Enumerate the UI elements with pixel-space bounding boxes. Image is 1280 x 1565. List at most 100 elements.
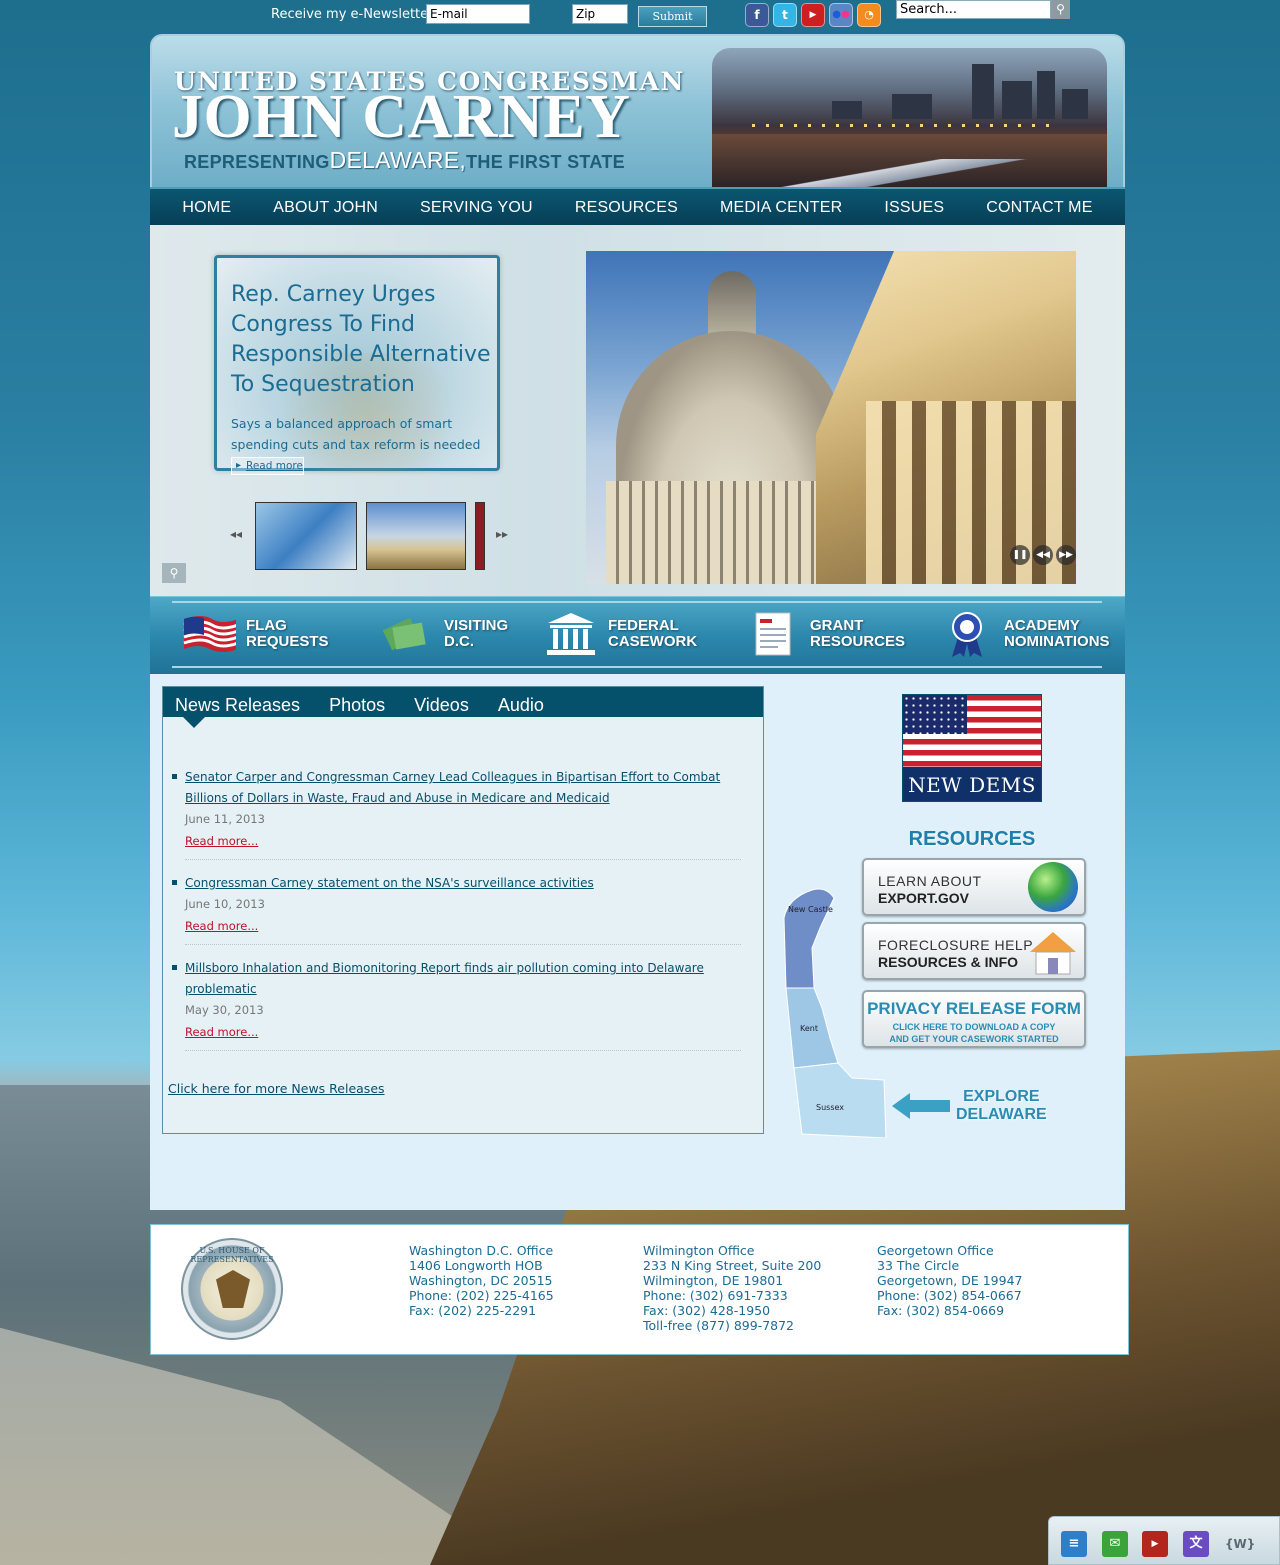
site-footer: U.S. HOUSE OF REPRESENTATIVES Washington… — [150, 1224, 1129, 1355]
newsletter-submit-button[interactable]: Submit — [638, 6, 707, 27]
header-tagline: REPRESENTINGDELAWARE,THE FIRST STATE — [184, 147, 625, 174]
news-read-more-link[interactable]: Read more... — [185, 829, 741, 853]
more-news-releases-link[interactable]: Click here for more News Releases — [168, 1081, 385, 1096]
pause-icon[interactable]: ❚❚ — [1010, 545, 1030, 565]
feature-summary: Says a balanced approach of smart spendi… — [231, 416, 481, 452]
quicklink-visiting-line2: D.C. — [444, 633, 474, 650]
facebook-icon[interactable]: f — [745, 3, 769, 27]
quick-links-bar: FLAG REQUESTS VISITING D.C. FEDERAL CASEWOR… — [150, 596, 1125, 674]
ribbon-icon — [952, 612, 982, 657]
office-line: Washington D.C. Office — [409, 1243, 554, 1258]
share-toolbar: ≡ ✉ ▶ 文 {W} — [1048, 1516, 1280, 1565]
office-washington: Washington D.C. Office 1406 Longworth HO… — [409, 1243, 554, 1318]
content-area: News Releases Photos Videos Audio Senato… — [150, 674, 1125, 1210]
zoom-icon[interactable]: ⚲ — [162, 563, 186, 583]
feature-read-more-button[interactable]: Read more — [231, 457, 304, 475]
quicklink-flag-requests[interactable]: FLAG REQUESTS — [182, 609, 329, 659]
globe-icon — [1028, 862, 1078, 912]
news-title-link[interactable]: Millsboro Inhalation and Biomonitoring R… — [185, 958, 741, 1000]
nav-media-center[interactable]: MEDIA CENTER — [699, 189, 863, 225]
search-icon[interactable]: ⚲ — [1051, 0, 1070, 19]
building-icon — [547, 613, 595, 655]
office-line: Georgetown Office — [877, 1243, 994, 1258]
explore-delaware-link[interactable]: EXPLORE DELAWARE — [956, 1088, 1047, 1124]
export-gov-button[interactable]: LEARN ABOUT EXPORT.GOV — [862, 858, 1086, 916]
slide-thumbnail[interactable] — [366, 502, 466, 570]
quicklink-flag-line1: FLAG — [246, 617, 287, 634]
header-name[interactable]: JOHN CARNEY — [172, 86, 630, 148]
list-item: Millsboro Inhalation and Biomonitoring R… — [172, 958, 741, 1051]
quicklink-federal-casework[interactable]: FEDERAL CASEWORK — [544, 609, 697, 659]
nav-about-john[interactable]: ABOUT JOHN — [252, 189, 399, 225]
main-nav: HOME ABOUT JOHN SERVING YOU RESOURCES ME… — [150, 187, 1125, 225]
list-item: Congressman Carney statement on the NSA'… — [172, 873, 741, 945]
list-item: Senator Carper and Congressman Carney Le… — [172, 767, 741, 860]
search-input[interactable] — [896, 0, 1051, 19]
media-tabs: News Releases Photos Videos Audio — [163, 687, 763, 728]
map-label-kent: Kent — [800, 1024, 818, 1033]
quicklink-grant-line2: RESOURCES — [810, 633, 906, 650]
newsletter-zip-input[interactable] — [572, 4, 628, 24]
tab-photos[interactable]: Photos — [329, 687, 385, 717]
news-title-link[interactable]: Senator Carper and Congressman Carney Le… — [185, 767, 741, 809]
privacy-release-form-button[interactable]: PRIVACY RELEASE FORM CLICK HERE TO DOWNL… — [862, 990, 1086, 1048]
top-utility-bar: Receive my e-Newsletter! Submit f t ▶ ●●… — [0, 0, 1280, 32]
office-line: Fax: (302) 854-0669 — [877, 1303, 1005, 1318]
widget-icon[interactable]: {W} — [1225, 1531, 1255, 1557]
quicklink-federal-line1: FEDERAL — [608, 617, 679, 634]
main-container: UNITED STATES CONGRESSMAN JOHN CARNEY RE… — [150, 34, 1125, 1210]
foreclosure-line2: RESOURCES & INFO — [878, 954, 1019, 970]
hero-slider: Rep. Carney Urges Congress To Find Respo… — [150, 225, 1125, 596]
slide-thumbnail[interactable] — [255, 502, 357, 570]
office-line: Phone: (302) 691-7333 — [643, 1288, 788, 1303]
nav-issues[interactable]: ISSUES — [863, 189, 965, 225]
thumb-next-icon[interactable]: ▸▸ — [496, 527, 508, 541]
foreclosure-help-button[interactable]: FORECLOSURE HELP RESOURCES & INFO — [862, 922, 1086, 980]
feature-story-box: Rep. Carney Urges Congress To Find Respo… — [214, 255, 500, 475]
quicklink-grant-line1: GRANT — [810, 617, 864, 634]
new-dems-banner[interactable]: NEW DEMS — [902, 694, 1042, 802]
seal-text: U.S. HOUSE OF REPRESENTATIVES — [190, 1246, 274, 1264]
previous-icon[interactable]: ◀◀ — [1033, 545, 1053, 565]
nav-serving-you[interactable]: SERVING YOU — [399, 189, 554, 225]
quicklink-visiting-dc[interactable]: VISITING D.C. — [380, 609, 508, 659]
tagline-prefix: REPRESENTING — [184, 152, 330, 172]
resources-heading: RESOURCES — [908, 828, 1036, 850]
tagline-state: DELAWARE — [329, 147, 460, 173]
nav-contact-me[interactable]: CONTACT ME — [965, 189, 1113, 225]
next-icon[interactable]: ▶▶ — [1056, 545, 1076, 565]
feature-title[interactable]: Rep. Carney Urges Congress To Find Respo… — [231, 280, 491, 400]
media-box: News Releases Photos Videos Audio Senato… — [162, 686, 764, 1134]
new-dems-label: NEW DEMS — [903, 767, 1041, 801]
news-title-link[interactable]: Congressman Carney statement on the NSA'… — [185, 873, 741, 894]
quicklink-academy-nominations[interactable]: ACADEMY NOMINATIONS — [940, 609, 1110, 659]
office-line: Wilmington Office — [643, 1243, 755, 1258]
office-line: Toll-free (877) 899-7872 — [643, 1318, 795, 1333]
newsletter-email-input[interactable] — [426, 4, 530, 24]
news-read-more-link[interactable]: Read more... — [185, 1020, 741, 1044]
youtube-share-icon[interactable]: ▶ — [1142, 1531, 1168, 1557]
email-share-icon[interactable]: ✉ — [1102, 1531, 1128, 1557]
tab-audio[interactable]: Audio — [498, 687, 544, 717]
twitter-share-icon[interactable]: ≡ — [1061, 1531, 1087, 1557]
nav-home[interactable]: HOME — [161, 189, 252, 225]
office-line: Phone: (302) 854-0667 — [877, 1288, 1022, 1303]
map-label-sussex: Sussex — [816, 1103, 844, 1112]
flickr-icon[interactable]: ●● — [829, 3, 853, 27]
capitol-photo[interactable]: ❚❚ ◀◀ ▶▶ — [586, 251, 1076, 584]
tab-news-releases[interactable]: News Releases — [175, 687, 300, 717]
rss-icon[interactable]: ◔ — [857, 3, 881, 27]
thumb-prev-icon[interactable]: ◂◂ — [230, 527, 242, 541]
news-read-more-link[interactable]: Read more... — [185, 914, 741, 938]
tab-videos[interactable]: Videos — [414, 687, 469, 717]
quicklink-grant-resources[interactable]: GRANT RESOURCES — [746, 609, 905, 659]
office-line: Fax: (302) 428-1950 — [643, 1303, 771, 1318]
slide-thumbnail[interactable] — [475, 502, 485, 570]
office-line: 33 The Circle — [877, 1258, 960, 1273]
translate-icon[interactable]: 文 — [1183, 1531, 1209, 1557]
map-label-new-castle: New Castle — [788, 905, 833, 914]
youtube-icon[interactable]: ▶ — [801, 3, 825, 27]
header-city-photo — [712, 48, 1107, 187]
twitter-icon[interactable]: t — [773, 3, 797, 27]
nav-resources[interactable]: RESOURCES — [554, 189, 699, 225]
